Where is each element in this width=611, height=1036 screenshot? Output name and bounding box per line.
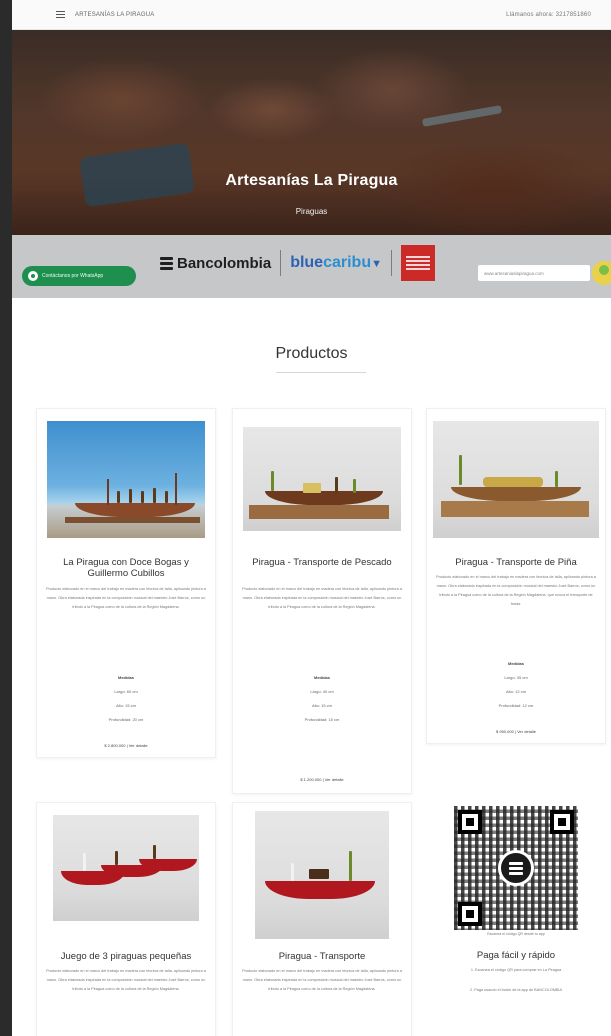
product-title[interactable]: Piragua - Transporte de Pescado (239, 557, 405, 568)
bancolombia-logo: Bancolombia (160, 255, 271, 272)
hero-banner: Artesanías La Piragua Piraguas (12, 30, 611, 235)
product-image[interactable] (53, 815, 199, 921)
product-description: Producto elaborado en el marco del traba… (436, 575, 596, 606)
site-brand[interactable]: ARTESANÍAS LA PIRAGUA (75, 12, 506, 18)
product-image[interactable] (47, 421, 205, 538)
product-card[interactable]: Piragua - Transporte Producto elaborado … (232, 802, 412, 1036)
sponsor-logos: Bancolombia bluecaribu▼ (160, 243, 435, 283)
product-card[interactable]: Juego de 3 piraguas pequeñas Producto el… (36, 802, 216, 1036)
hero-title: Artesanías La Piragua (225, 172, 398, 189)
avatar[interactable] (592, 261, 611, 285)
caribu-mark-icon: ▼ (371, 258, 382, 270)
product-title[interactable]: Juego de 3 piraguas pequeñas (43, 951, 209, 962)
product-image[interactable] (433, 421, 599, 538)
product-measures: Medidas Largo: 35 cm Alto: 12 cm Profund… (498, 661, 534, 708)
payment-step-2: 2. Paga usando el botón de la app de BAN… (469, 988, 563, 992)
top-bar: ARTESANÍAS LA PIRAGUA Llámanos ahora: 32… (12, 0, 611, 30)
whatsapp-icon (28, 271, 38, 281)
bancolombia-qr-icon (498, 850, 534, 886)
product-description: Producto elaborado en el marco del traba… (242, 969, 402, 991)
payment-title: Paga fácil y rápido (476, 950, 556, 961)
product-price[interactable]: $ 1.200.000 | Ver detalle (233, 777, 411, 782)
product-price[interactable]: $ 950.000 | Ver detalle (427, 729, 605, 734)
product-title[interactable]: Piragua - Transporte (239, 951, 405, 962)
product-image[interactable] (255, 811, 389, 939)
institution-logo (400, 245, 435, 281)
bluecaribu-logo: bluecaribu▼ (290, 254, 382, 271)
hamburger-menu-icon[interactable] (56, 11, 65, 18)
whatsapp-button-label: Contáctanos por WhatsApp (42, 273, 104, 279)
hero-subtitle: Piraguas (295, 207, 328, 216)
product-description: Producto elaborado en el marco del traba… (242, 587, 402, 609)
product-description: Producto elaborado en el marco del traba… (46, 587, 206, 609)
product-title[interactable]: Piragua - Transporte de Piña (433, 557, 599, 568)
payment-card: Escanea el código QR desde tu app Paga f… (426, 802, 606, 1012)
product-measures: Medidas Largo: 60 cm Alto: 15 cm Profund… (108, 675, 144, 722)
products-heading: Productos (275, 345, 348, 362)
product-image[interactable] (243, 427, 401, 531)
site-url-field[interactable] (478, 265, 590, 281)
product-card[interactable]: Piragua - Transporte de Pescado Producto… (232, 408, 412, 794)
product-card[interactable]: La Piragua con Doce Bogas y Guillermo Cu… (36, 408, 216, 758)
product-description: Producto elaborado en el marco del traba… (46, 969, 206, 991)
product-price[interactable]: $ 2.800.000 | Ver detalle (37, 743, 215, 748)
bancolombia-mark-icon (160, 256, 173, 270)
product-title[interactable]: La Piragua con Doce Bogas y Guillermo Cu… (43, 557, 209, 579)
payment-step-1: 1. Escanea el código QR para comprar en … (470, 968, 562, 972)
heading-divider (276, 372, 366, 373)
qr-caption: Escanea el código QR desde tu app (487, 932, 545, 936)
product-card[interactable]: Piragua - Transporte de Piña Producto el… (426, 408, 606, 744)
contact-phone[interactable]: Llámanos ahora: 3217851860 (506, 12, 591, 18)
payment-qr-code[interactable] (454, 806, 578, 930)
product-measures: Medidas Largo: 40 cm Alto: 15 cm Profund… (304, 675, 340, 722)
whatsapp-button[interactable]: Contáctanos por WhatsApp (22, 266, 136, 286)
sponsor-band: Contáctanos por WhatsApp Bancolombia blu… (12, 235, 611, 298)
page: ARTESANÍAS LA PIRAGUA Llámanos ahora: 32… (12, 0, 611, 1036)
